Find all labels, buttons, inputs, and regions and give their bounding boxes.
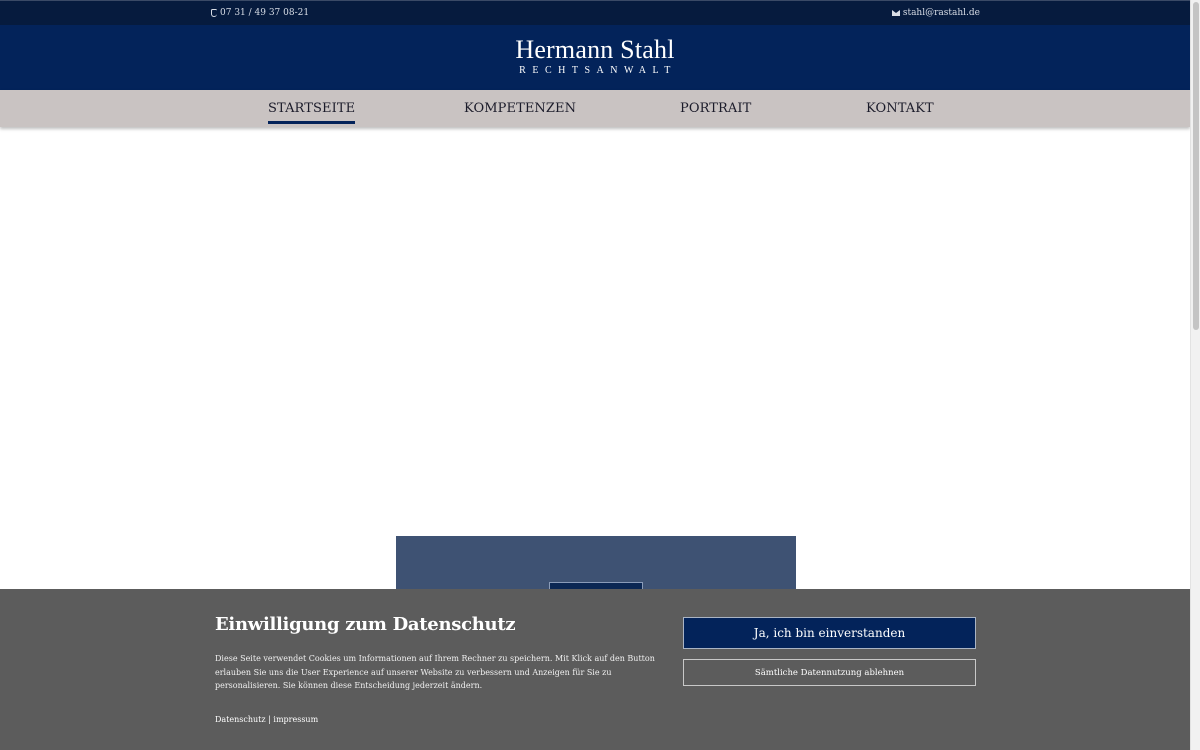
envelope-icon <box>891 10 900 16</box>
brand-subtitle: RECHTSANWALT <box>519 65 677 76</box>
top-contact-bar: 07 31 / 49 37 08-21 stahl@rastahl.de <box>0 0 1190 25</box>
site-header: Hermann Stahl RECHTSANWALT <box>0 25 1190 90</box>
email-address: stahl@rastahl.de <box>902 8 980 18</box>
cookie-consent-banner: Einwilligung zum Datenschutz Diese Seite… <box>0 589 1190 750</box>
phone-number: 07 31 / 49 37 08-21 <box>220 8 310 18</box>
cookie-title: Einwilligung zum Datenschutz <box>215 614 516 635</box>
page-scrollbar[interactable] <box>1190 0 1200 750</box>
logo[interactable]: Hermann Stahl RECHTSANWALT <box>0 35 1190 76</box>
nav-item-kompetenzen[interactable]: KOMPETENZEN <box>464 101 576 116</box>
email-link[interactable]: stahl@rastahl.de <box>891 8 980 18</box>
privacy-link[interactable]: Datenschutz <box>215 715 266 724</box>
cookie-links: Datenschutz | impressum <box>215 715 318 724</box>
scrollbar-thumb[interactable] <box>1193 2 1199 330</box>
brand-name: Hermann Stahl <box>515 35 675 64</box>
phone-link[interactable]: 07 31 / 49 37 08-21 <box>211 8 309 18</box>
phone-icon <box>211 9 217 17</box>
imprint-link[interactable]: impressum <box>273 715 318 724</box>
main-navigation: STARTSEITE KOMPETENZEN PORTRAIT KONTAKT <box>0 90 1190 127</box>
cookie-description: Diese Seite verwendet Cookies um Informa… <box>215 654 655 690</box>
nav-item-kontakt[interactable]: KONTAKT <box>866 101 934 116</box>
accept-cookies-button[interactable]: Ja, ich bin einverstanden <box>683 617 976 649</box>
nav-item-portrait[interactable]: PORTRAIT <box>680 101 751 116</box>
nav-item-startseite[interactable]: STARTSEITE <box>268 101 356 124</box>
reject-cookies-button[interactable]: Sämtliche Datennutzung ablehnen <box>683 659 976 686</box>
